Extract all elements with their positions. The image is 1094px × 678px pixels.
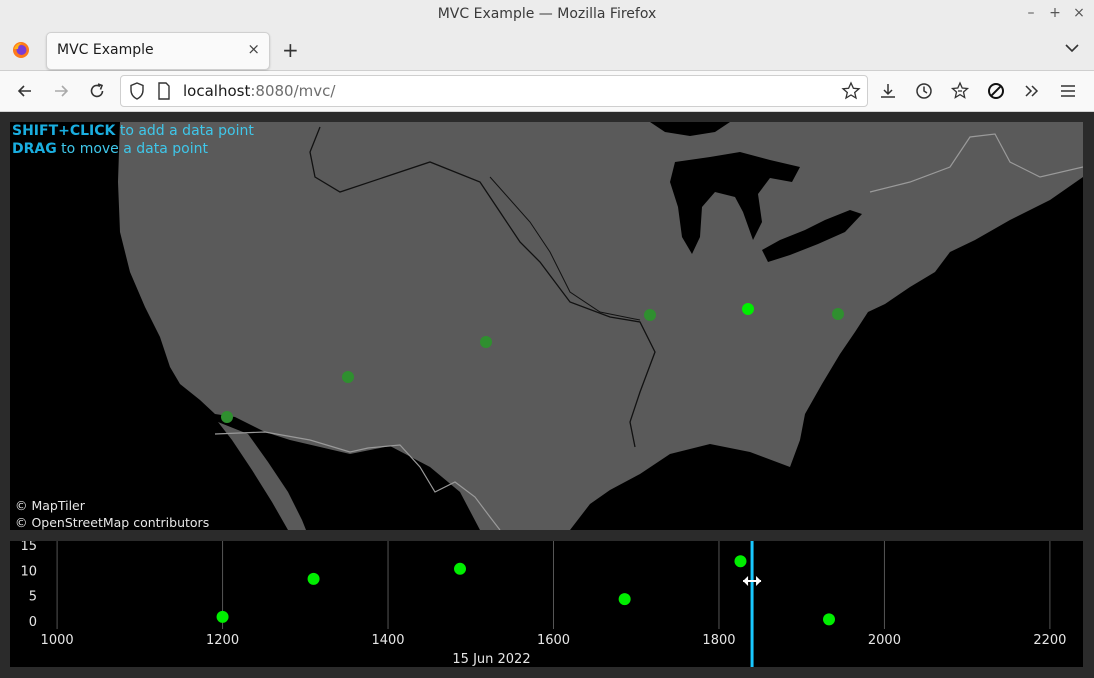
minimize-button[interactable]: –: [1024, 5, 1038, 21]
reload-icon[interactable]: [87, 81, 107, 101]
hint-move-key: DRAG: [12, 141, 57, 157]
map-canvas[interactable]: [10, 122, 1083, 530]
shield-icon[interactable]: [129, 82, 145, 100]
hint-add-point: SHIFT+CLICK to add a data point: [12, 123, 254, 139]
y-tick-label: 5: [29, 590, 37, 605]
tab-strip: MVC Example × +: [0, 30, 1094, 71]
chevron-down-icon[interactable]: [1064, 38, 1080, 58]
window-title: MVC Example — Mozilla Firefox: [437, 6, 657, 22]
x-tick-label: 1200: [206, 633, 239, 648]
x-tick-label: 1000: [41, 633, 74, 648]
new-tab-button[interactable]: +: [282, 38, 299, 62]
timeline-data-point[interactable]: [307, 572, 320, 585]
map-view[interactable]: SHIFT+CLICK to add a data point DRAG to …: [10, 122, 1083, 530]
map-data-point[interactable]: [221, 411, 233, 423]
timeline-date-label: 15 Jun 2022: [452, 652, 530, 667]
page-icon[interactable]: [157, 82, 171, 100]
forward-icon[interactable]: [51, 81, 71, 101]
timeline-data-point[interactable]: [454, 562, 467, 575]
hint-move-point: DRAG to move a data point: [12, 141, 208, 157]
hint-move-text: to move a data point: [56, 141, 208, 157]
x-tick-label: 1800: [702, 633, 735, 648]
close-window-button[interactable]: ×: [1072, 5, 1086, 21]
map-data-point-active[interactable]: [742, 303, 754, 315]
maximize-button[interactable]: +: [1048, 5, 1062, 21]
url-path: :8080/mvc/: [250, 82, 336, 100]
back-icon[interactable]: [15, 81, 35, 101]
bookmarks-icon[interactable]: [950, 81, 970, 101]
x-tick-label: 1600: [537, 633, 570, 648]
url-text[interactable]: localhost:8080/mvc/: [183, 82, 335, 100]
attribution-maptiler[interactable]: © MapTiler: [15, 498, 85, 513]
menu-icon[interactable]: [1058, 81, 1078, 101]
timeline-data-point[interactable]: [734, 555, 747, 568]
url-host: localhost: [183, 82, 251, 100]
timeline-data-point[interactable]: [216, 610, 229, 623]
tab-title: MVC Example: [57, 42, 154, 58]
timeline-chart[interactable]: 1000 1200 1400 1600 1800 2000 2200 0 5 10 15 15 Jun…: [10, 541, 1083, 667]
firefox-icon: [13, 42, 29, 58]
y-tick-label: 10: [20, 564, 37, 579]
timeline-svg[interactable]: 1000 1200 1400 1600 1800 2000 2200 0 5 10 15 15 Jun…: [10, 541, 1083, 667]
window-controls: – + ×: [1024, 5, 1086, 21]
x-tick-label: 2200: [1033, 633, 1066, 648]
history-icon[interactable]: [914, 81, 934, 101]
x-tick-label: 2000: [868, 633, 901, 648]
hint-add-text: to add a data point: [115, 123, 254, 139]
hint-add-key: SHIFT+CLICK: [12, 123, 116, 139]
window-titlebar: MVC Example — Mozilla Firefox – + ×: [0, 0, 1094, 31]
y-tick-label: 15: [20, 541, 37, 554]
overflow-chevrons-icon[interactable]: [1022, 81, 1042, 101]
x-tick-label: 1400: [371, 633, 404, 648]
timeline-data-point[interactable]: [823, 613, 836, 626]
timeline-data-point[interactable]: [618, 593, 631, 606]
close-tab-button[interactable]: ×: [247, 40, 260, 58]
map-data-point[interactable]: [832, 308, 844, 320]
download-icon[interactable]: [878, 81, 898, 101]
map-data-point[interactable]: [480, 336, 492, 348]
blocked-icon[interactable]: [986, 81, 1006, 101]
y-tick-label: 0: [29, 615, 37, 630]
url-bar[interactable]: localhost:8080/mvc/: [120, 75, 868, 107]
map-data-point[interactable]: [644, 309, 656, 321]
navigation-bar: localhost:8080/mvc/: [0, 71, 1094, 112]
tab-mvc-example[interactable]: MVC Example ×: [46, 32, 270, 70]
star-icon[interactable]: [841, 81, 861, 101]
map-data-point[interactable]: [342, 371, 354, 383]
attribution-osm[interactable]: © OpenStreetMap contributors: [15, 515, 209, 530]
